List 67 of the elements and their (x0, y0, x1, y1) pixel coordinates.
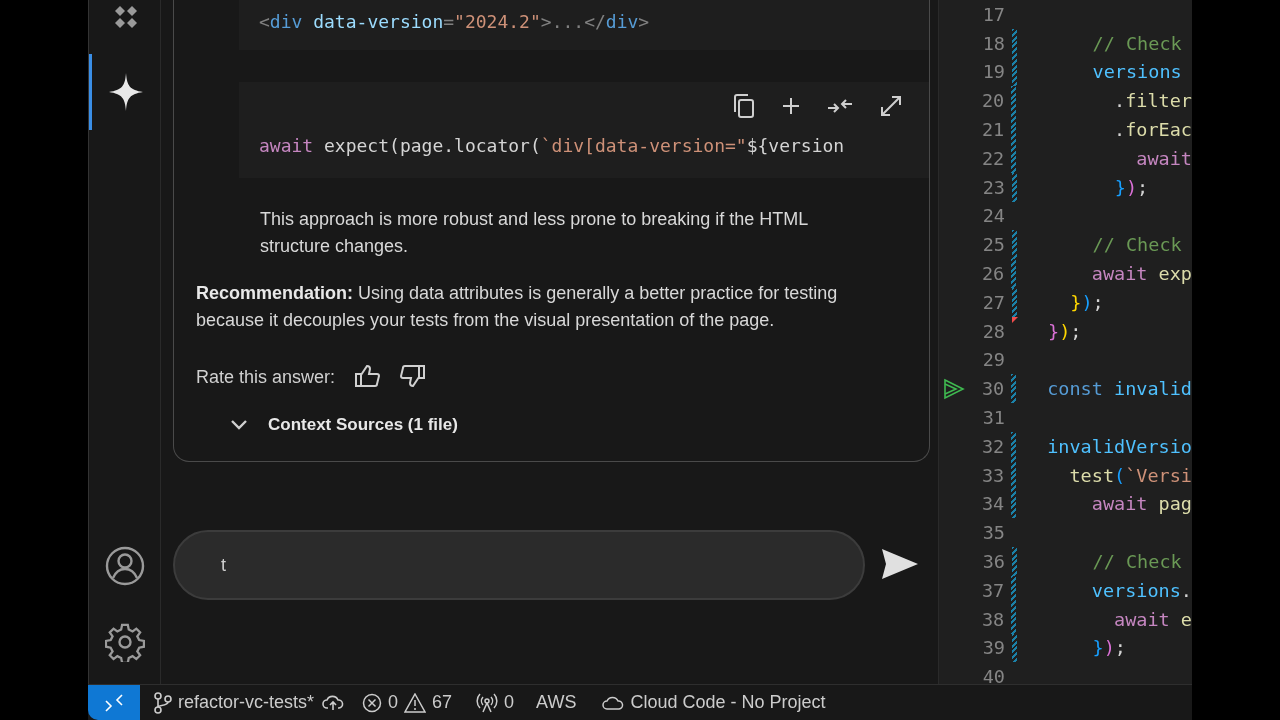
line-number: 29 (981, 349, 1005, 371)
settings-icon[interactable] (104, 622, 145, 662)
code-line: // Check (1091, 234, 1182, 256)
cloud-icon (602, 694, 625, 711)
line-number: 40 (981, 666, 1005, 684)
line-number: 25 (981, 234, 1005, 256)
answer-paragraph: This approach is more robust and less prone to breaking if the HTML structure changes. (260, 208, 809, 258)
code-line: const invalid (1046, 378, 1192, 400)
context-sources-toggle[interactable]: Context Sources (1 file) (230, 415, 458, 435)
code-snippet: <div data-version="2024.2">...</div> (239, 0, 929, 50)
line-number: 26 (980, 263, 1005, 285)
ports-status[interactable]: 0 (452, 685, 515, 720)
code-line: }); (1069, 291, 1104, 313)
code-line: .filter (1113, 90, 1192, 112)
remote-icon (104, 692, 124, 713)
branch-icon (154, 691, 172, 714)
line-number: 37 (981, 579, 1005, 601)
code-line: }); (1047, 320, 1082, 342)
rate-label: Rate this answer: (196, 367, 336, 388)
code-line: test(`Versi (1068, 464, 1192, 486)
code-line: await (1135, 147, 1192, 169)
line-number: 33 (981, 464, 1005, 486)
cloud-code-status[interactable]: Cloud Code - No Project (576, 685, 826, 720)
line-number: 28 (981, 320, 1005, 342)
remote-button[interactable] (88, 685, 140, 720)
code-line: .forEac (1113, 119, 1192, 141)
copy-icon[interactable] (733, 94, 755, 118)
line-number: 35 (981, 522, 1005, 544)
account-icon[interactable] (104, 546, 145, 586)
cloud-sync-icon[interactable] (322, 693, 345, 712)
code-line: // Check (1091, 551, 1182, 573)
code-line: }); (1113, 176, 1149, 198)
code-line: await pag (1090, 493, 1192, 515)
code-line: await e (1113, 608, 1192, 630)
line-number: 34 (980, 493, 1005, 515)
run-icon[interactable] (942, 377, 965, 400)
expand-icon[interactable] (879, 94, 903, 118)
line-number: 19 (981, 61, 1005, 83)
code-line: // Check (1091, 32, 1182, 54)
code-line: invalidVersio (1046, 435, 1192, 457)
code-line: await exp (1090, 263, 1192, 285)
recommendation-paragraph: Recommendation: Using data attributes is generally a better practice for testing because it decouples your tests from the visual presentation of the page. (196, 282, 839, 332)
code-line: }); (1091, 637, 1126, 659)
line-number: 38 (980, 608, 1005, 630)
line-number: 23 (981, 176, 1005, 198)
code-line: versions (1091, 61, 1182, 83)
line-number: 24 (981, 205, 1005, 227)
line-number: 17 (981, 3, 1005, 25)
line-number: 30 (980, 378, 1005, 400)
line-number: 20 (981, 90, 1005, 112)
line-number: 39 (981, 637, 1005, 659)
line-number: 27 (981, 291, 1005, 313)
line-number: 18 (981, 32, 1005, 54)
line-number: 31 (981, 407, 1005, 429)
problems-status[interactable]: 0 67 (344, 685, 453, 720)
code-snippet: await expect(page.locator(`div[data-version="${version (259, 134, 846, 158)
warning-icon (404, 692, 427, 713)
line-number: 21 (981, 119, 1005, 141)
line-number: 36 (981, 551, 1005, 573)
line-number: 32 (981, 435, 1005, 457)
broadcast-icon (476, 692, 499, 713)
chat-input[interactable]: t (173, 530, 865, 600)
error-icon (362, 692, 383, 713)
branch-status[interactable]: refactor-vc-tests* (140, 685, 315, 720)
line-number: 22 (981, 147, 1005, 169)
aws-status[interactable]: AWS (514, 685, 577, 720)
code-line: versions. (1090, 579, 1192, 601)
